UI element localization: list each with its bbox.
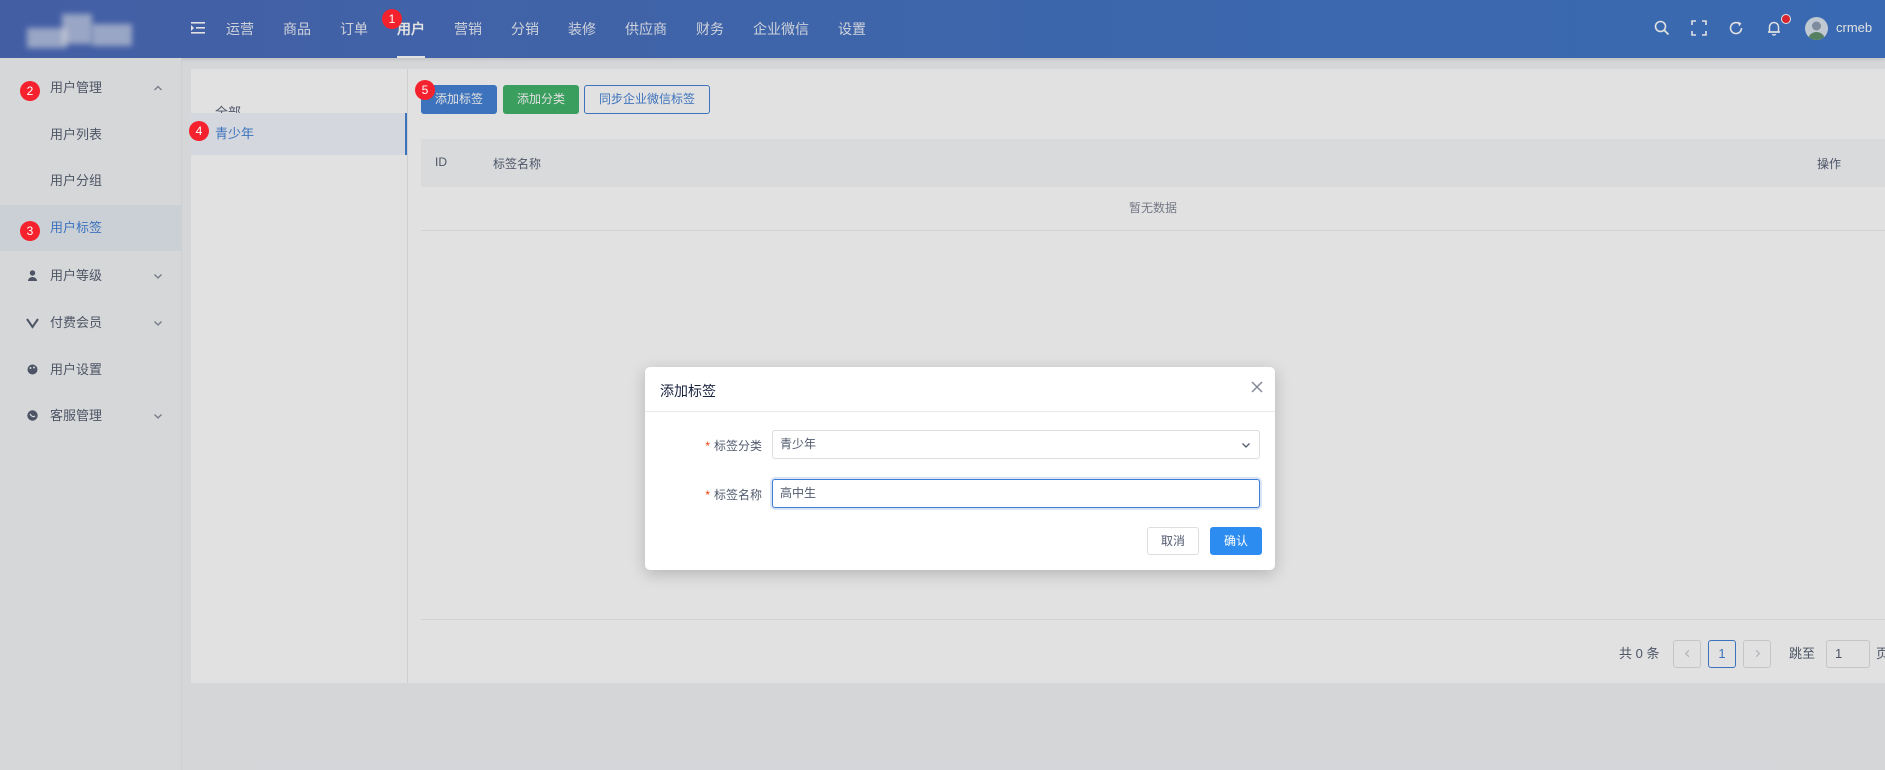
name-field-label: * 标签名称 — [672, 486, 762, 503]
marker-4: 4 — [189, 121, 209, 141]
confirm-button[interactable]: 确认 — [1210, 527, 1263, 555]
dialog-title: 添加标签 — [660, 383, 716, 399]
marker-3: 3 — [20, 221, 40, 241]
dialog-divider — [645, 411, 1275, 412]
add-tag-dialog: 添加标签 * 标签分类 青少年 * 标签名称 高中生 取消 确认 — [645, 367, 1275, 570]
name-label-text: 标签名称 — [713, 488, 762, 502]
tag-name-input[interactable]: 高中生 — [772, 479, 1260, 508]
category-label-text: 标签分类 — [713, 439, 762, 453]
cancel-button[interactable]: 取消 — [1147, 527, 1200, 555]
chevron-down-icon — [1242, 443, 1250, 448]
marker-2: 2 — [20, 81, 40, 101]
category-select[interactable]: 青少年 — [772, 430, 1260, 459]
category-select-value: 青少年 — [780, 437, 817, 451]
category-field-label: * 标签分类 — [672, 437, 762, 454]
marker-1: 1 — [382, 9, 402, 29]
required-mark: * — [705, 488, 710, 502]
required-mark: * — [705, 439, 710, 453]
marker-5: 5 — [415, 80, 435, 100]
close-icon[interactable] — [1249, 379, 1265, 395]
